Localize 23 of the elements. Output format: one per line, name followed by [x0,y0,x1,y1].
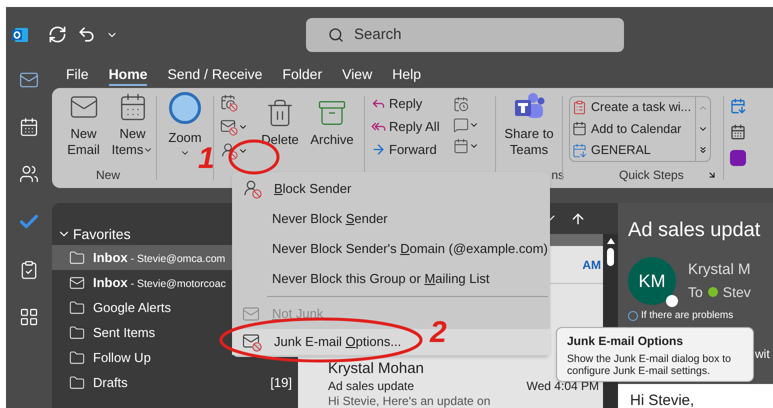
folder-name: Drafts [93,374,128,392]
unread-count: [19] [270,374,292,392]
folder-name: Sent Items [93,324,156,342]
notice-text: wit [755,346,770,363]
tooltip-title: Junk E-mail Options [567,333,684,350]
group-label: Quick Steps [619,167,684,184]
folder-name: Inbox - Stevie@omca.com [93,248,226,267]
message-time: AM [582,256,601,274]
to-label: To [688,282,703,302]
message-subject: Ad sales update [328,378,414,394]
email-body: Hi Stevie, [630,392,694,408]
folder-name: Google Alerts [93,298,172,317]
folder-name: Inbox - Stevie@motorcoac [93,274,226,292]
notice-text: If there are problems [641,309,734,323]
group-label: New [96,167,120,184]
sender-name: Krystal M [688,260,751,280]
recipient-name: Stev [722,282,751,302]
folder-name: Follow Up [93,348,151,367]
annotation-number: 1 [198,144,215,174]
sender-avatar: KM [628,257,676,305]
tooltip-text: Show the Junk E-mail dialog box to configure Junk E-mail settings. [567,353,732,377]
email-subject: Ad sales updat [628,218,760,243]
message-time: Wed 4:04 PM [526,378,599,394]
